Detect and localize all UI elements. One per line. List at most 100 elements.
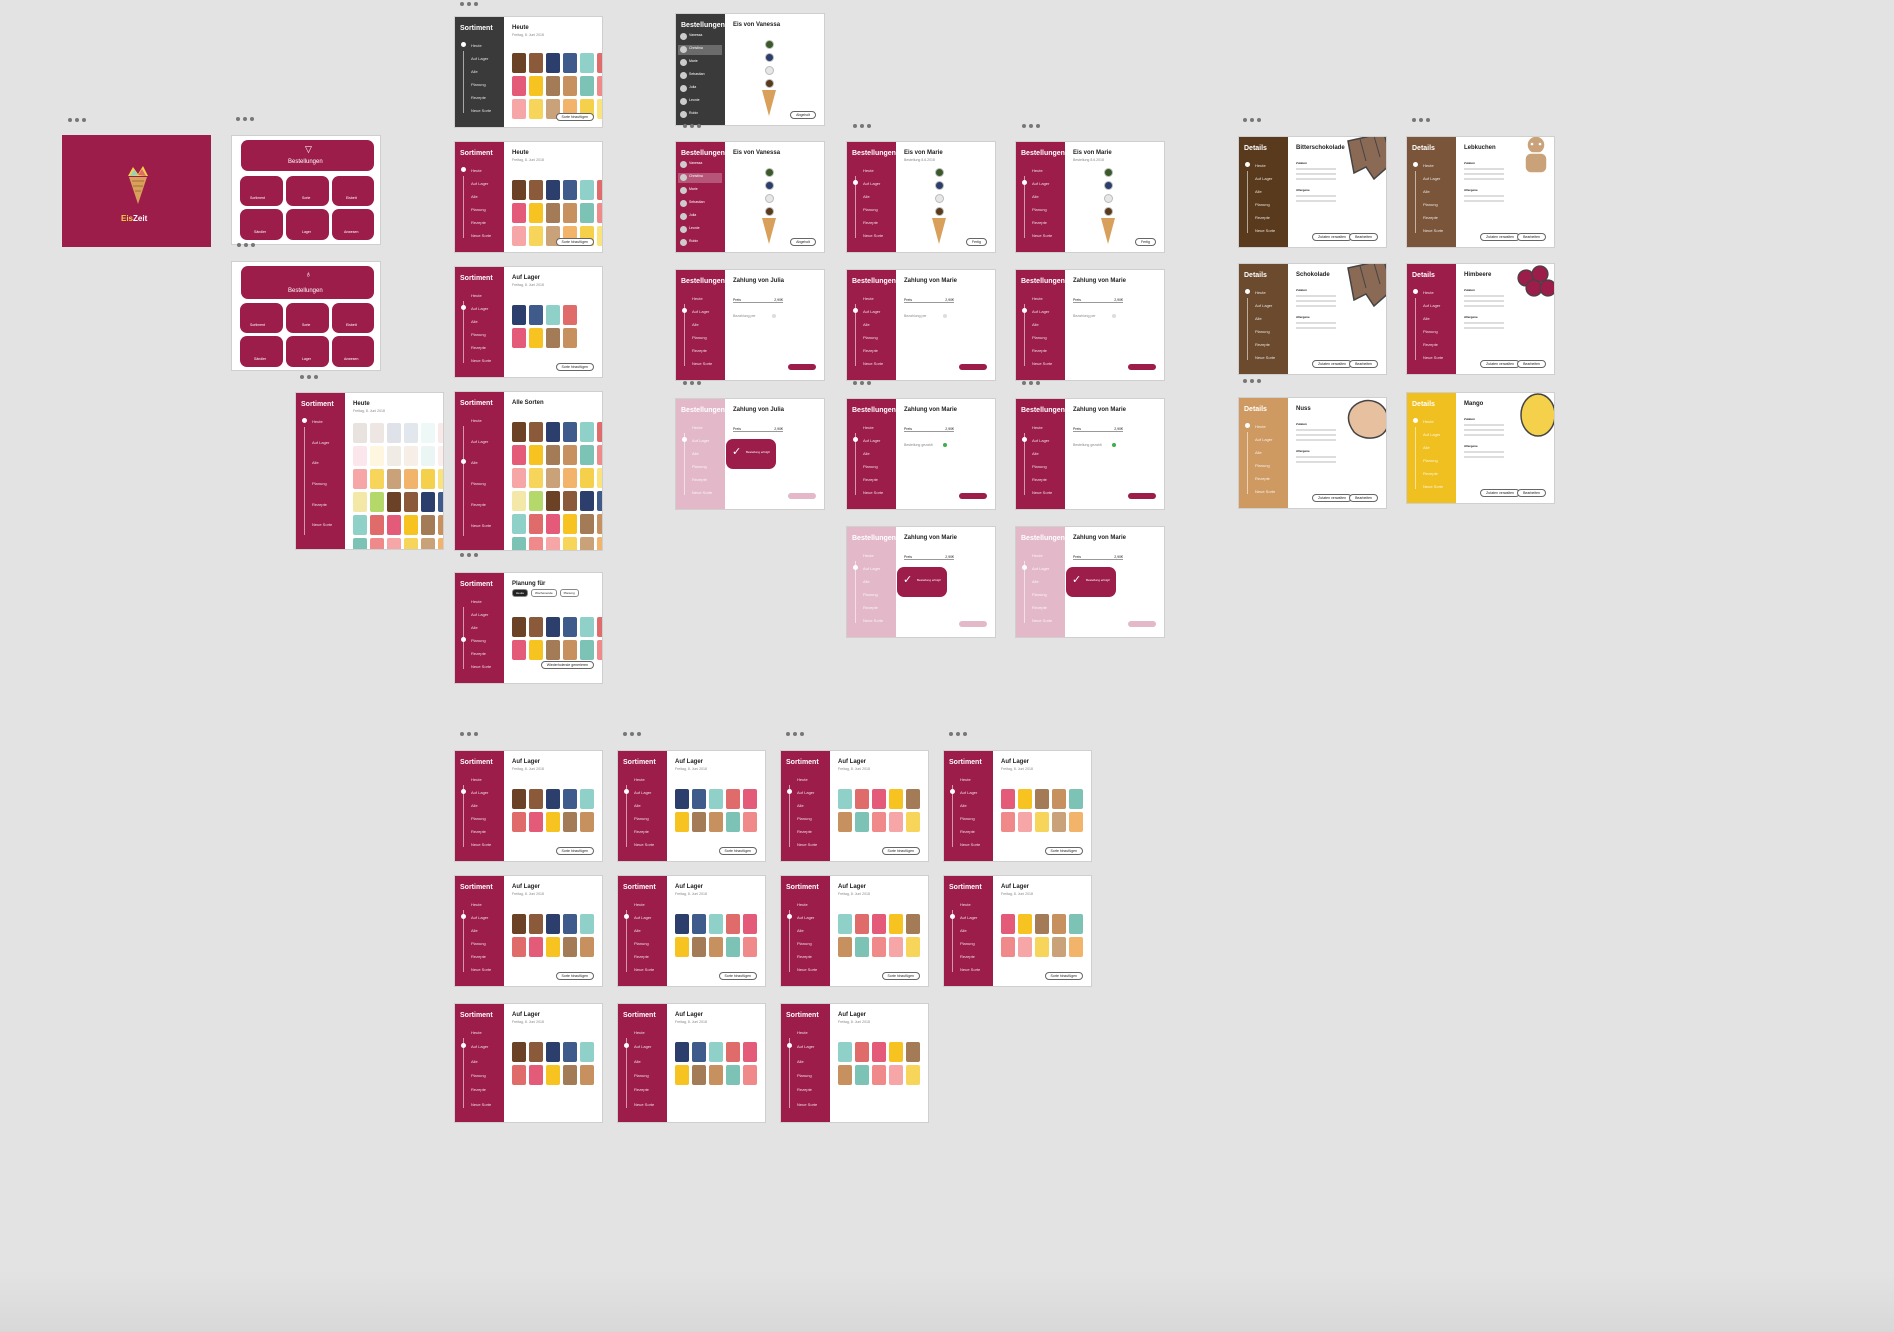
sidebar-item[interactable]: Planung bbox=[960, 816, 975, 821]
flavor-card[interactable] bbox=[580, 537, 594, 550]
frame-options[interactable] bbox=[460, 553, 478, 557]
edit-button[interactable]: Bearbeiten bbox=[1349, 233, 1378, 241]
flavor-card[interactable] bbox=[889, 914, 903, 934]
sidebar-item[interactable]: Neue Sorte bbox=[1032, 618, 1052, 623]
sidebar-item[interactable]: Planung bbox=[471, 207, 486, 212]
sidebar-item[interactable]: Alle bbox=[863, 194, 870, 199]
sidebar-item[interactable]: Neue Sorte bbox=[471, 664, 491, 669]
flavor-card[interactable] bbox=[529, 789, 543, 809]
sidebar-item[interactable]: Planung bbox=[863, 592, 878, 597]
flavor-card[interactable] bbox=[597, 180, 602, 200]
tile-sandler[interactable]: Sändler bbox=[240, 209, 283, 240]
pay-button[interactable] bbox=[788, 493, 816, 499]
sidebar-item[interactable]: Rezepte bbox=[471, 95, 486, 100]
generate-button[interactable]: Wiederholende generieren bbox=[540, 661, 594, 669]
sidebar-item[interactable]: Auf Lager bbox=[692, 438, 709, 443]
flavor-card[interactable] bbox=[529, 53, 543, 73]
flavor-card[interactable] bbox=[1052, 812, 1066, 832]
frame-options[interactable] bbox=[1243, 379, 1261, 383]
sidebar-item[interactable]: Rezepte bbox=[1423, 342, 1438, 347]
flavor-card[interactable] bbox=[597, 514, 602, 534]
sidebar-item[interactable]: Neue Sorte bbox=[1255, 489, 1275, 494]
flavor-card[interactable] bbox=[709, 914, 723, 934]
frame-options[interactable] bbox=[1022, 381, 1040, 385]
orders-banner[interactable]: ▽ Bestellungen bbox=[241, 140, 374, 171]
flavor-card[interactable] bbox=[404, 515, 418, 535]
flavor-card[interactable] bbox=[512, 53, 526, 73]
sidebar-item[interactable]: Heute bbox=[312, 419, 323, 424]
flavor-card[interactable] bbox=[529, 617, 543, 637]
sidebar-item[interactable]: Auf Lager bbox=[471, 612, 488, 617]
flavor-card[interactable] bbox=[906, 812, 920, 832]
sidebar-item[interactable]: Alle bbox=[312, 460, 319, 465]
add-flavor-button[interactable]: Sorte hinzufügen bbox=[718, 847, 757, 855]
flavor-card[interactable] bbox=[597, 537, 602, 550]
flavor-card[interactable] bbox=[1001, 789, 1015, 809]
flavor-card[interactable] bbox=[692, 789, 706, 809]
sidebar-item[interactable]: Neue Sorte bbox=[960, 967, 980, 972]
sidebar-item[interactable]: Alle bbox=[471, 460, 478, 465]
flavor-card[interactable] bbox=[563, 491, 577, 511]
flavor-card[interactable] bbox=[580, 1042, 594, 1062]
flavor-card[interactable] bbox=[709, 812, 723, 832]
flavor-card[interactable] bbox=[353, 423, 367, 443]
sidebar-item[interactable]: Alle bbox=[863, 579, 870, 584]
flavor-card[interactable] bbox=[906, 1042, 920, 1062]
sidebar-item[interactable]: Rezepte bbox=[1255, 476, 1270, 481]
sidebar-item[interactable]: Planung bbox=[797, 1073, 812, 1078]
flavor-card[interactable] bbox=[387, 538, 401, 549]
frame-options[interactable] bbox=[623, 732, 641, 736]
sidebar-item[interactable]: Neue Sorte bbox=[471, 523, 491, 528]
flavor-card[interactable] bbox=[529, 203, 543, 223]
sidebar-item[interactable]: Rezepte bbox=[634, 1087, 649, 1092]
flavor-card[interactable] bbox=[906, 914, 920, 934]
flavor-card[interactable] bbox=[546, 305, 560, 325]
sidebar-item[interactable]: Heute bbox=[471, 777, 482, 782]
flavor-card[interactable] bbox=[580, 812, 594, 832]
flavor-card[interactable] bbox=[546, 617, 560, 637]
sidebar-item[interactable]: Alle bbox=[471, 928, 478, 933]
flavor-card[interactable] bbox=[546, 491, 560, 511]
sidebar-item[interactable]: Auf Lager bbox=[863, 566, 880, 571]
sidebar-item[interactable]: Rezepte bbox=[634, 829, 649, 834]
sidebar-item[interactable]: Neue Sorte bbox=[1032, 490, 1052, 495]
sidebar-item[interactable]: Rezepte bbox=[692, 348, 707, 353]
flavor-card[interactable] bbox=[726, 812, 740, 832]
sidebar-item[interactable]: Heute bbox=[1032, 425, 1043, 430]
flavor-card[interactable] bbox=[512, 617, 526, 637]
sidebar-item[interactable]: Alle bbox=[1255, 450, 1262, 455]
sidebar-item[interactable]: Auf Lager bbox=[471, 181, 488, 186]
sidebar-item[interactable]: Neue Sorte bbox=[312, 522, 332, 527]
flavor-card[interactable] bbox=[580, 180, 594, 200]
sidebar-item[interactable]: Heute bbox=[797, 902, 808, 907]
sidebar-item[interactable]: Rezepte bbox=[1032, 477, 1047, 482]
sidebar-item[interactable]: Rezepte bbox=[1032, 605, 1047, 610]
sidebar-item[interactable]: Alle bbox=[960, 803, 967, 808]
sidebar-item[interactable]: Alle bbox=[1423, 189, 1430, 194]
sidebar-item[interactable]: Heute bbox=[960, 902, 971, 907]
sidebar-item[interactable]: Heute bbox=[797, 1030, 808, 1035]
sidebar-item[interactable]: Neue Sorte bbox=[1423, 355, 1443, 360]
flavor-card[interactable] bbox=[512, 514, 526, 534]
flavor-card[interactable] bbox=[404, 492, 418, 512]
sidebar-item[interactable]: Planung bbox=[471, 332, 486, 337]
flavor-card[interactable] bbox=[726, 789, 740, 809]
flavor-card[interactable] bbox=[872, 812, 886, 832]
flavor-card[interactable] bbox=[1018, 812, 1032, 832]
flavor-card[interactable] bbox=[512, 914, 526, 934]
sidebar-item[interactable]: Alle bbox=[1032, 194, 1039, 199]
frame-options[interactable] bbox=[237, 243, 255, 247]
flavor-card[interactable] bbox=[855, 914, 869, 934]
flavor-card[interactable] bbox=[675, 1065, 689, 1085]
flavor-card[interactable] bbox=[546, 640, 560, 660]
flavor-card[interactable] bbox=[421, 423, 435, 443]
flavor-card[interactable] bbox=[872, 914, 886, 934]
add-flavor-button[interactable]: Sorte hinzufügen bbox=[1044, 972, 1083, 980]
sidebar-item[interactable]: Auf Lager bbox=[692, 309, 709, 314]
manage-ingredients-button[interactable]: Zutaten verwalten bbox=[1480, 233, 1520, 241]
sidebar-item[interactable]: Neue Sorte bbox=[634, 967, 654, 972]
flavor-card[interactable] bbox=[709, 1042, 723, 1062]
flavor-card[interactable] bbox=[580, 491, 594, 511]
sidebar-item[interactable]: Heute bbox=[634, 902, 645, 907]
sidebar-item[interactable]: Alle bbox=[634, 1059, 641, 1064]
